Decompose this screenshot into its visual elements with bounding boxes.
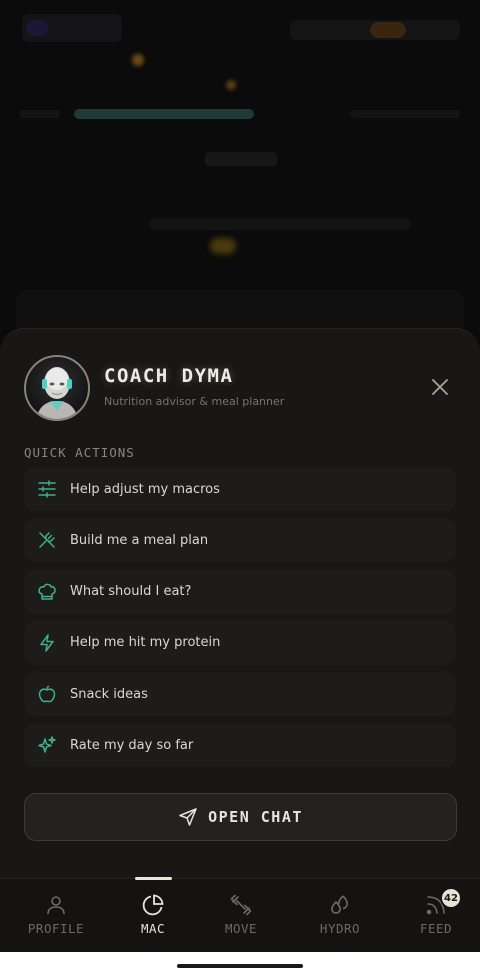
nav-item-feed[interactable]: 42 FEED [388,879,480,953]
dumbbell-icon [230,894,252,916]
nav-item-move[interactable]: MOVE [193,879,289,953]
quick-action-label: Build me a meal plan [70,532,209,548]
sliders-icon [38,480,56,498]
background-title [205,152,277,166]
quick-action-label: Help adjust my macros [70,481,220,497]
close-button[interactable] [428,375,452,399]
nav-label: PROFILE [27,921,85,936]
quick-action-what-to-eat[interactable]: What should I eat? [24,569,456,614]
background-row [150,218,410,230]
apple-icon [38,685,56,703]
sparkles-icon [38,736,56,754]
system-gesture-bar [0,952,480,980]
active-tab-indicator [135,877,172,880]
quick-actions-title: QUICK ACTIONS [24,445,135,460]
coach-name: COACH DYMA [104,365,234,387]
top-bar-controls [290,20,460,40]
feed-notification-badge: 42 [440,887,462,909]
coach-subtitle: Nutrition advisor & meal planner [104,395,285,408]
status-dot [132,54,144,66]
pie-chart-icon [142,894,164,916]
nav-label: MOVE [224,921,258,936]
quick-action-label: Snack ideas [70,686,148,702]
quick-actions-list: Help adjust my macros Build me a meal pl… [24,467,456,775]
droplets-icon [331,895,348,914]
quick-action-snacks[interactable]: Snack ideas [24,672,456,717]
coach-header: COACH DYMA Nutrition advisor & meal plan… [24,353,456,421]
background-highlight [210,238,236,254]
open-chat-label: OPEN CHAT [208,808,303,826]
nav-item-hydro[interactable]: HYDRO [292,879,388,953]
quick-action-label: What should I eat? [70,584,192,600]
chef-hat-icon [38,583,56,600]
utensils-crossed-icon [39,532,55,549]
progress-bar [74,109,254,119]
background-app-dimmed [0,0,480,340]
quick-action-protein[interactable]: Help me hit my protein [24,620,456,665]
quick-action-adjust-macros[interactable]: Help adjust my macros [24,467,456,511]
coach-bottom-sheet: COACH DYMA Nutrition advisor & meal plan… [0,328,480,878]
nav-label: MAC [140,921,166,936]
quick-action-label: Rate my day so far [70,737,194,753]
quick-action-rate-day[interactable]: Rate my day so far [24,723,456,768]
app-logo [22,14,122,42]
progress-label [350,110,460,118]
nav-label: HYDRO [319,921,361,936]
coach-avatar [24,355,90,421]
user-icon [47,896,65,915]
lightning-icon [40,634,54,652]
status-dot [226,80,236,90]
nav-label: FEED [419,921,453,936]
nav-item-profile[interactable]: PROFILE [8,879,104,953]
progress-label [20,110,60,118]
send-icon [179,808,197,826]
open-chat-button[interactable]: OPEN CHAT [24,793,457,841]
home-indicator[interactable] [177,964,303,968]
quick-action-meal-plan[interactable]: Build me a meal plan [24,518,456,563]
close-icon [432,379,448,395]
bottom-navigation: PROFILE MAC MOVE HYDRO 42 FEED [0,877,480,953]
quick-action-label: Help me hit my protein [70,635,221,651]
nav-item-mac[interactable]: MAC [105,877,201,953]
